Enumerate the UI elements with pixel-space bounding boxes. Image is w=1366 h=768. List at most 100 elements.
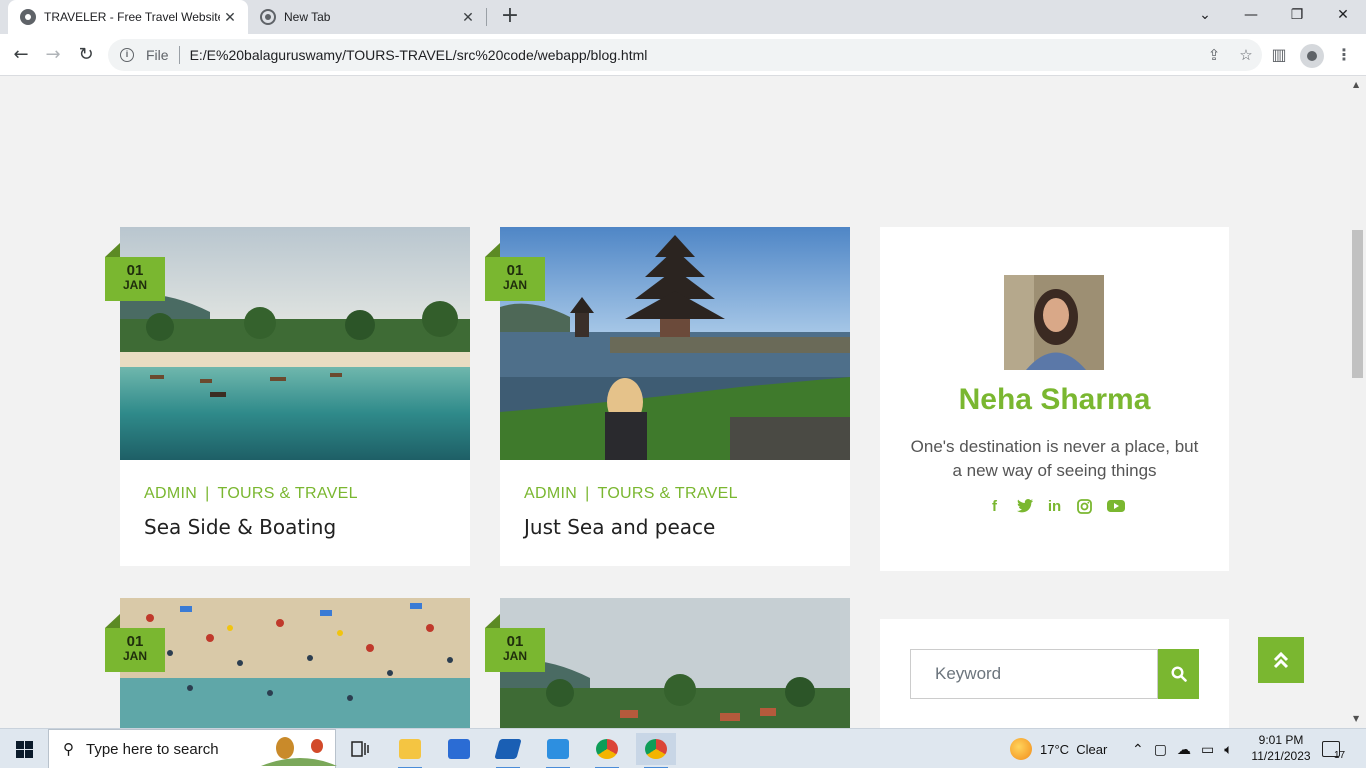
file-explorer-icon[interactable]	[390, 733, 430, 768]
taskbar-search-box[interactable]: ⚲ Type here to search	[48, 729, 337, 768]
date-month: JAN	[502, 278, 527, 292]
post-title[interactable]: Just Sea and peace	[524, 515, 715, 539]
microsoft-store-icon[interactable]	[439, 733, 479, 765]
blog-image-crowd-beach[interactable]	[120, 598, 470, 728]
close-window-button[interactable]: ✕	[1320, 0, 1366, 34]
scrollbar-thumb[interactable]	[1352, 230, 1363, 378]
post-category-link[interactable]: TOURS & TRAVEL	[218, 485, 358, 502]
scroll-up-arrow-icon[interactable]: ▲	[1353, 80, 1359, 89]
minimize-button[interactable]: —	[1228, 0, 1274, 34]
twitter-icon[interactable]	[1016, 499, 1033, 515]
bookmark-star-icon[interactable]: ☆	[1230, 46, 1262, 64]
linkedin-icon[interactable]: in	[1047, 499, 1063, 515]
windows-logo-icon	[15, 740, 33, 758]
new-tab-button[interactable]: +	[498, 5, 522, 29]
notification-center-icon[interactable]: 17	[1322, 729, 1345, 768]
search-icon	[1170, 666, 1187, 682]
notification-count: 17	[1334, 749, 1346, 761]
tab-new-tab[interactable]: New Tab ✕	[250, 0, 486, 34]
keyword-search-input[interactable]: Keyword	[910, 649, 1158, 699]
blog-card[interactable]	[500, 598, 850, 728]
date-badge: 01 JAN	[485, 243, 545, 301]
instagram-icon[interactable]	[1077, 499, 1093, 515]
tab-strip: TRAVELER - Free Travel Website ✕ New Tab…	[0, 0, 1366, 34]
windows-taskbar: ⚲ Type here to search 17°C Clear ⌃ ▢ ☁ ▭…	[0, 728, 1366, 768]
search-button[interactable]	[1158, 649, 1199, 699]
taskbar-clock[interactable]: 9:01 PM 11/21/2023	[1246, 732, 1316, 764]
author-profile-card: Neha Sharma One's destination is never a…	[880, 227, 1229, 571]
close-tab-icon[interactable]: ✕	[220, 9, 240, 26]
search-card: Keyword	[880, 619, 1229, 728]
onedrive-icon[interactable]: ☁	[1177, 741, 1191, 758]
author-avatar	[1004, 275, 1104, 370]
task-view-icon[interactable]	[340, 733, 380, 765]
post-title[interactable]: Sea Side & Boating	[144, 515, 336, 539]
chrome-icon[interactable]	[636, 733, 676, 768]
tab-divider	[486, 8, 487, 26]
tab-traveler[interactable]: TRAVELER - Free Travel Website ✕	[8, 0, 248, 34]
blog-image-temple[interactable]	[500, 227, 850, 460]
side-panel-icon[interactable]: ▥	[1266, 43, 1292, 69]
search-icon: ⚲	[63, 741, 74, 758]
taskbar-search-placeholder: Type here to search	[86, 740, 219, 758]
youtube-icon[interactable]	[1106, 499, 1125, 515]
date-day: 01	[126, 633, 144, 650]
address-bar[interactable]: i File E:/E%20balaguruswamy/TOURS-TRAVEL…	[108, 39, 1262, 71]
chevron-up-icon[interactable]: ⌃	[1132, 741, 1144, 758]
blog-card[interactable]	[120, 598, 470, 728]
date-badge: 01 JAN	[105, 614, 165, 672]
battery-icon[interactable]: ▭	[1201, 741, 1214, 758]
date-month: JAN	[122, 649, 147, 663]
blog-image-beach[interactable]	[120, 227, 470, 460]
author-name: Neha Sharma	[958, 383, 1151, 416]
tab-title: TRAVELER - Free Travel Website	[44, 10, 220, 24]
date-day: 01	[506, 262, 524, 279]
profile-avatar-icon[interactable]	[1300, 44, 1324, 68]
date-badge: 01 JAN	[485, 614, 545, 672]
forward-button[interactable]: →	[40, 43, 66, 69]
power-automate-icon[interactable]	[488, 733, 528, 768]
back-button[interactable]: ←	[8, 43, 34, 69]
post-meta: ADMIN | TOURS & TRAVEL	[144, 485, 358, 503]
tab-title: New Tab	[284, 10, 331, 24]
meet-now-icon[interactable]: ▢	[1154, 741, 1167, 758]
toolbar: ← → ↻ i File E:/E%20balaguruswamy/TOURS-…	[0, 34, 1366, 76]
page-scrollbar[interactable]: ▲ ▼	[1350, 77, 1366, 728]
date-day: 01	[506, 633, 524, 650]
url-text[interactable]: E:/E%20balaguruswamy/TOURS-TRAVEL/src%20…	[190, 47, 1198, 63]
close-tab-icon[interactable]: ✕	[458, 9, 478, 26]
globe-icon	[20, 9, 36, 25]
double-chevron-up-icon	[1273, 651, 1289, 669]
volume-icon[interactable]: 🔈︎	[1224, 741, 1232, 758]
tab-search-chevron-icon[interactable]: ⌄	[1182, 0, 1228, 34]
post-category-link[interactable]: TOURS & TRAVEL	[598, 485, 738, 502]
meta-separator: |	[205, 485, 210, 502]
blog-image-coast[interactable]	[500, 598, 850, 728]
author-bio: One's destination is never a place, but …	[910, 437, 1199, 480]
blog-card[interactable]: ADMIN | TOURS & TRAVEL Just Sea and peace	[500, 227, 850, 566]
share-icon[interactable]: ⇪	[1198, 46, 1230, 64]
omnibox-divider	[178, 46, 180, 64]
post-author-link[interactable]: ADMIN	[524, 485, 577, 502]
post-meta: ADMIN | TOURS & TRAVEL	[524, 485, 738, 503]
start-button[interactable]	[0, 729, 48, 768]
reload-button[interactable]: ↻	[73, 43, 99, 69]
info-icon[interactable]: i	[120, 48, 134, 62]
menu-kebab-icon[interactable]: ⋮	[1331, 43, 1357, 69]
date-month: JAN	[122, 278, 147, 292]
chrome-profile-icon[interactable]	[587, 733, 627, 768]
back-to-top-button[interactable]	[1258, 637, 1304, 683]
search-highlight-balloon-icon	[261, 736, 337, 768]
blog-card[interactable]: ADMIN | TOURS & TRAVEL Sea Side & Boating	[120, 227, 470, 566]
facebook-icon[interactable]: f	[987, 499, 1003, 515]
post-author-link[interactable]: ADMIN	[144, 485, 197, 502]
date-day: 01	[126, 262, 144, 279]
weather-temp: 17°C	[1040, 741, 1070, 757]
date-month: JAN	[502, 649, 527, 663]
weather-widget[interactable]: 17°C Clear	[1010, 729, 1107, 768]
vscode-icon[interactable]	[538, 733, 578, 768]
restore-button[interactable]: ❐	[1274, 0, 1320, 34]
scroll-down-arrow-icon[interactable]: ▼	[1353, 714, 1359, 723]
weather-condition: Clear	[1076, 741, 1108, 757]
weather-moon-icon	[1010, 738, 1032, 760]
